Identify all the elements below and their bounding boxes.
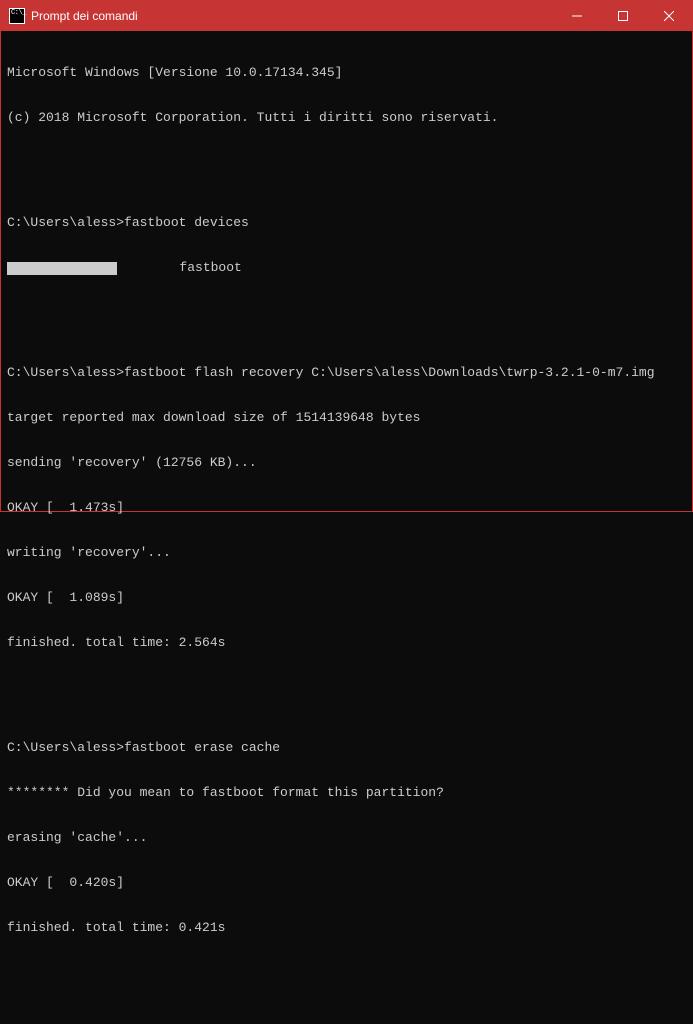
blank-line	[7, 965, 686, 980]
output-line: ******** Did you mean to fastboot format…	[7, 785, 686, 800]
command-line-1: C:\Users\aless>fastboot devices	[7, 215, 686, 230]
device-state: fastboot	[117, 260, 242, 275]
output-line: OKAY [ 1.473s]	[7, 500, 686, 515]
close-button[interactable]	[646, 1, 692, 31]
blank-line	[7, 155, 686, 170]
command-line-3: C:\Users\aless>fastboot erase cache	[7, 740, 686, 755]
redacted-device-serial	[7, 262, 117, 275]
blank-line	[7, 305, 686, 320]
titlebar[interactable]: Prompt dei comandi	[1, 1, 692, 31]
minimize-icon	[572, 11, 582, 21]
output-devices: fastboot	[7, 260, 686, 275]
output-line: erasing 'cache'...	[7, 830, 686, 845]
os-version-line: Microsoft Windows [Versione 10.0.17134.3…	[7, 65, 686, 80]
output-line: target reported max download size of 151…	[7, 410, 686, 425]
cmd-icon	[9, 8, 25, 24]
command-line-2: C:\Users\aless>fastboot flash recovery C…	[7, 365, 686, 380]
prompt: C:\Users\aless>	[7, 365, 124, 380]
output-line: finished. total time: 0.421s	[7, 920, 686, 935]
copyright-line: (c) 2018 Microsoft Corporation. Tutti i …	[7, 110, 686, 125]
output-line: OKAY [ 1.089s]	[7, 590, 686, 605]
output-line: OKAY [ 0.420s]	[7, 875, 686, 890]
output-line: finished. total time: 2.564s	[7, 635, 686, 650]
prompt: C:\Users\aless>	[7, 215, 124, 230]
command-text: fastboot devices	[124, 215, 249, 230]
output-line: writing 'recovery'...	[7, 545, 686, 560]
window-title: Prompt dei comandi	[31, 9, 138, 23]
minimize-button[interactable]	[554, 1, 600, 31]
command-text: fastboot erase cache	[124, 740, 280, 755]
output-line: sending 'recovery' (12756 KB)...	[7, 455, 686, 470]
command-text: fastboot flash recovery C:\Users\aless\D…	[124, 365, 655, 380]
maximize-icon	[618, 11, 628, 21]
blank-line	[7, 680, 686, 695]
terminal-area[interactable]: Microsoft Windows [Versione 10.0.17134.3…	[1, 31, 692, 1024]
maximize-button[interactable]	[600, 1, 646, 31]
prompt: C:\Users\aless>	[7, 740, 124, 755]
close-icon	[664, 11, 674, 21]
